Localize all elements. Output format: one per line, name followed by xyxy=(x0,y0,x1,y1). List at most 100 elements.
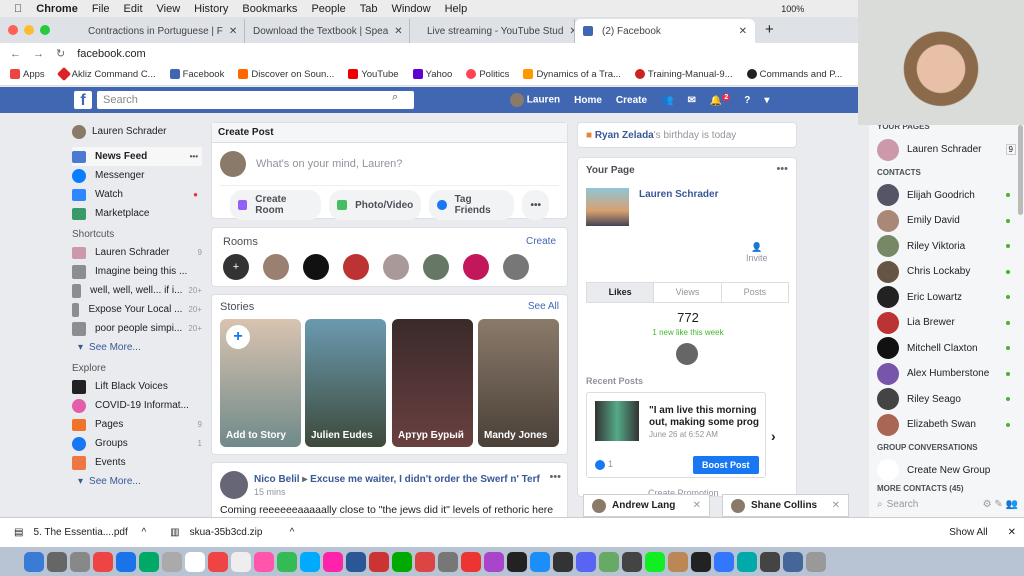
room-avatar[interactable] xyxy=(263,254,289,280)
apple-icon[interactable]:  xyxy=(14,3,22,15)
shortcut-item[interactable]: poor people simpi... 20+ xyxy=(72,319,202,338)
dock-app-icon[interactable] xyxy=(369,551,389,572)
dock-app-icon[interactable] xyxy=(737,551,757,572)
shortcut-item[interactable]: Expose Your Local ... 20+ xyxy=(72,300,202,319)
room-avatar[interactable] xyxy=(503,254,529,280)
dock-app-icon[interactable] xyxy=(139,551,159,572)
dock-app-icon[interactable] xyxy=(346,551,366,572)
contact-item[interactable]: Elizabeth Swan xyxy=(869,412,1024,438)
bookmark-youtube[interactable]: YouTube xyxy=(348,69,399,80)
sidebar-item-messenger[interactable]: Messenger xyxy=(72,166,202,185)
minimize-button[interactable] xyxy=(24,25,34,35)
dock-app-icon[interactable] xyxy=(461,551,481,572)
back-icon[interactable]: ← xyxy=(10,48,21,60)
shortcut-item[interactable]: well, well, well... if i... 20+ xyxy=(72,281,202,300)
dock-app-icon[interactable] xyxy=(507,551,527,572)
birthday-name-link[interactable]: Ryan Zelada xyxy=(595,130,654,141)
show-all-button[interactable]: Show All xyxy=(949,527,987,538)
bookmark-soundcloud[interactable]: Discover on Soun... xyxy=(238,69,334,80)
dock-app-icon[interactable] xyxy=(300,551,320,572)
dock-app-icon[interactable] xyxy=(576,551,596,572)
bookmark-dynamics[interactable]: Dynamics of a Tra... xyxy=(523,69,621,80)
dock-app-icon[interactable] xyxy=(691,551,711,572)
contact-item[interactable]: Lia Brewer xyxy=(869,310,1024,336)
see-more-shortcuts[interactable]: ▾ See More... xyxy=(72,338,202,357)
contact-item[interactable]: Riley Viktoria xyxy=(869,234,1024,260)
close-icon[interactable]: ✕ xyxy=(394,26,402,37)
tag-friends-button[interactable]: Tag Friends xyxy=(429,190,515,220)
new-tab-button[interactable]: + xyxy=(755,21,784,43)
bookmark-facebook[interactable]: Facebook xyxy=(169,69,224,80)
more-options-button[interactable]: ••• xyxy=(522,190,549,220)
close-icon[interactable]: ✕ xyxy=(1008,527,1016,538)
room-avatar[interactable] xyxy=(423,254,449,280)
dock-app-icon[interactable] xyxy=(760,551,780,572)
url-field[interactable]: facebook.com xyxy=(77,48,145,60)
menu-edit[interactable]: Edit xyxy=(124,3,143,15)
dock-app-icon[interactable] xyxy=(530,551,550,572)
menu-tab[interactable]: Tab xyxy=(360,3,378,15)
home-link[interactable]: Home xyxy=(574,95,602,106)
contacts-search[interactable]: ⌕ Search ⚙ ✎ 👥 xyxy=(869,495,1024,513)
bookmark-apps[interactable]: Apps xyxy=(10,69,45,80)
tab-views[interactable]: Views xyxy=(653,283,720,302)
dock-app-icon[interactable] xyxy=(783,551,803,572)
download-item[interactable]: 5. The Essentia....pdf xyxy=(33,527,141,538)
close-icon[interactable]: ✕ xyxy=(693,500,701,511)
search-icon[interactable]: ⌕ xyxy=(392,91,398,104)
sidebar-profile[interactable]: Lauren Schrader xyxy=(72,122,202,141)
dock-app-icon[interactable] xyxy=(484,551,504,572)
page-name-link[interactable]: Lauren Schrader xyxy=(639,189,718,200)
bookmark-politics[interactable]: Politics xyxy=(466,69,509,80)
dock-app-icon[interactable] xyxy=(438,551,458,572)
zoom-button[interactable] xyxy=(40,25,50,35)
tab-posts[interactable]: Posts xyxy=(720,283,788,302)
tab-youtube[interactable]: Live streaming - YouTube Stud✕ xyxy=(410,19,575,43)
sidebar-item-watch[interactable]: Watch ● xyxy=(72,185,202,204)
menu-help[interactable]: Help xyxy=(445,3,468,15)
chat-tab-shane[interactable]: Shane Collins ✕ xyxy=(722,494,849,517)
close-icon[interactable]: ✕ xyxy=(832,500,840,511)
add-room-icon[interactable]: + xyxy=(223,254,249,280)
dock-app-icon[interactable] xyxy=(277,551,297,572)
search-input[interactable]: Search xyxy=(97,91,414,109)
story-item[interactable]: Julien Eudes xyxy=(305,319,386,447)
sidebar-item-marketplace[interactable]: Marketplace xyxy=(72,204,202,223)
chat-tab-andrew[interactable]: Andrew Lang ✕ xyxy=(583,494,710,517)
menu-view[interactable]: View xyxy=(157,3,181,15)
tab-likes[interactable]: Likes xyxy=(587,283,654,302)
contact-item[interactable]: Elijah Goodrich xyxy=(869,183,1024,209)
explore-item[interactable]: COVID-19 Informat... xyxy=(72,396,202,415)
scrollbar[interactable] xyxy=(1018,125,1023,215)
explore-item[interactable]: Events xyxy=(72,453,202,472)
recent-post-card[interactable]: "I am live this morning out, making some… xyxy=(586,392,766,478)
bookmark-yahoo[interactable]: Yahoo xyxy=(412,69,452,80)
see-all-stories-link[interactable]: See All xyxy=(528,301,559,312)
bookmark-akliz[interactable]: Akliz Command C... xyxy=(56,67,156,82)
page-thumbnail[interactable] xyxy=(586,188,629,226)
close-icon[interactable]: ✕ xyxy=(229,26,237,37)
dock-app-icon[interactable] xyxy=(162,551,182,572)
dock-app-icon[interactable] xyxy=(208,551,228,572)
room-avatar[interactable] xyxy=(303,254,329,280)
contact-item[interactable]: Eric Lowartz xyxy=(869,285,1024,311)
dock-app-icon[interactable] xyxy=(415,551,435,572)
contact-item[interactable]: Chris Lockaby xyxy=(869,259,1024,285)
story-item[interactable]: Артур Бурый xyxy=(392,319,473,447)
dock-app-icon[interactable] xyxy=(47,551,67,572)
dock-app-icon[interactable] xyxy=(93,551,113,572)
tab-facebook[interactable]: (2) Facebook ✕ xyxy=(575,19,755,43)
menu-bookmarks[interactable]: Bookmarks xyxy=(242,3,297,15)
dock-app-icon[interactable] xyxy=(185,551,205,572)
forward-icon[interactable]: → xyxy=(33,48,44,60)
bookmark-training[interactable]: Training-Manual-9... xyxy=(634,69,733,80)
dock-app-icon[interactable] xyxy=(645,551,665,572)
dock-app-icon[interactable] xyxy=(553,551,573,572)
room-avatar[interactable] xyxy=(463,254,489,280)
sidebar-item-news-feed[interactable]: News Feed ••• xyxy=(72,147,202,166)
create-new-group[interactable]: Create New Group xyxy=(869,458,1024,484)
dock-app-icon[interactable] xyxy=(668,551,688,572)
next-arrow-icon[interactable]: › xyxy=(771,428,776,444)
dock-app-icon[interactable] xyxy=(116,551,136,572)
dock-app-icon[interactable] xyxy=(392,551,412,572)
